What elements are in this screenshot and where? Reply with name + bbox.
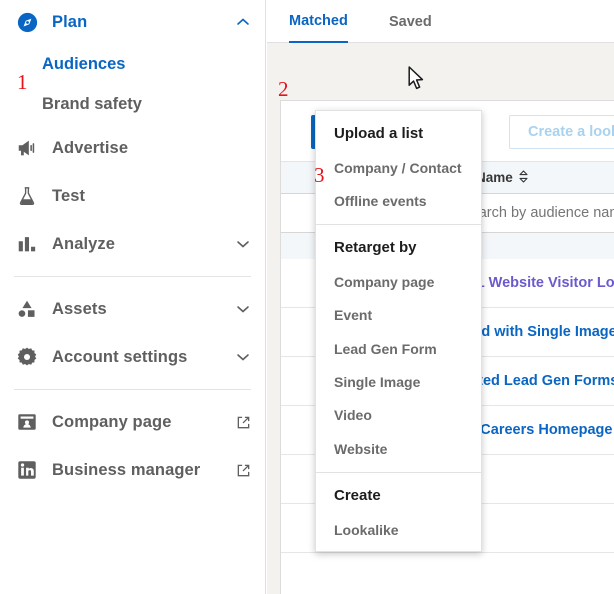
dropdown-item-lookalike[interactable]: Lookalike (316, 514, 481, 547)
dropdown-group-title-retarget: Retarget by (316, 231, 481, 266)
compass-icon (14, 9, 40, 35)
chevron-down-icon[interactable] (235, 236, 251, 252)
chevron-down-icon[interactable] (235, 349, 251, 365)
dropdown-item-video[interactable]: Video (316, 399, 481, 432)
sidebar-item-plan[interactable]: Plan (0, 0, 265, 44)
sidebar-item-label-business-manager: Business manager (52, 461, 200, 480)
external-link-icon[interactable] (236, 415, 251, 430)
dropdown-item-single-image[interactable]: Single Image (316, 366, 481, 399)
dropdown-item-offline-events[interactable]: Offline events (316, 185, 481, 218)
dropdown-item-company-page[interactable]: Company page (316, 266, 481, 299)
sidebar-item-test[interactable]: Test (0, 172, 265, 220)
dropdown-item-website[interactable]: Website (316, 433, 481, 466)
app-window: Plan Audiences Brand safety Adverti (0, 0, 614, 594)
dropdown-separator (316, 224, 481, 225)
sidebar-item-label-company-page: Company page (52, 413, 171, 432)
sidebar-item-analyze[interactable]: Analyze (0, 220, 265, 268)
gear-icon (14, 344, 40, 370)
dropdown-item-lead-gen-form[interactable]: Lead Gen Form (316, 333, 481, 366)
create-lookalike-label: Create a lookalike (528, 124, 614, 140)
sidebar-item-business-manager[interactable]: Business manager (0, 446, 265, 494)
tab-saved[interactable]: Saved (389, 0, 432, 43)
bar-chart-icon (14, 231, 40, 257)
sidebar-item-account-settings[interactable]: Account settings (0, 333, 265, 381)
linkedin-icon (14, 457, 40, 483)
external-link-icon[interactable] (236, 463, 251, 478)
sort-icon[interactable] (518, 170, 529, 186)
sidebar-item-label-test: Test (52, 187, 85, 206)
search-input[interactable] (459, 204, 614, 222)
dropdown-group-title-upload: Upload a list (316, 117, 481, 152)
sidebar-item-label-plan: Plan (52, 13, 87, 32)
chevron-up-icon[interactable] (235, 14, 251, 30)
sidebar-item-audiences[interactable]: Audiences (0, 44, 265, 84)
tab-saved-label: Saved (389, 14, 432, 30)
sidebar: Plan Audiences Brand safety Adverti (0, 0, 266, 594)
create-lookalike-button[interactable]: Create a lookalike (509, 115, 614, 149)
company-page-icon (14, 409, 40, 435)
megaphone-icon (14, 135, 40, 161)
flask-icon (14, 183, 40, 209)
sidebar-divider-2 (14, 389, 251, 390)
shapes-icon (14, 296, 40, 322)
sidebar-divider-1 (14, 276, 251, 277)
tab-matched[interactable]: Matched (289, 0, 348, 43)
sidebar-item-label-brand-safety: Brand safety (42, 95, 142, 114)
tab-matched-label: Matched (289, 13, 348, 29)
sidebar-item-assets[interactable]: Assets (0, 285, 265, 333)
sidebar-item-company-page[interactable]: Company page (0, 398, 265, 446)
sidebar-item-label-account-settings: Account settings (52, 348, 187, 367)
sidebar-item-label-assets: Assets (52, 300, 107, 319)
dropdown-separator (316, 472, 481, 473)
chevron-down-icon[interactable] (235, 301, 251, 317)
table-header-name[interactable]: Name (476, 170, 529, 186)
sidebar-item-label-audiences: Audiences (42, 55, 125, 74)
create-audience-dropdown-menu: Upload a list Company / Contact Offline … (315, 110, 482, 552)
dropdown-item-company-contact[interactable]: Company / Contact (316, 152, 481, 185)
sidebar-item-advertise[interactable]: Advertise (0, 124, 265, 172)
sidebar-item-label-analyze: Analyze (52, 235, 115, 254)
sidebar-item-label-advertise: Advertise (52, 139, 128, 158)
dropdown-item-event[interactable]: Event (316, 299, 481, 332)
sidebar-item-brand-safety[interactable]: Brand safety (0, 84, 265, 124)
dropdown-group-title-create: Create (316, 479, 481, 514)
tab-bar: Matched Saved (267, 0, 614, 43)
